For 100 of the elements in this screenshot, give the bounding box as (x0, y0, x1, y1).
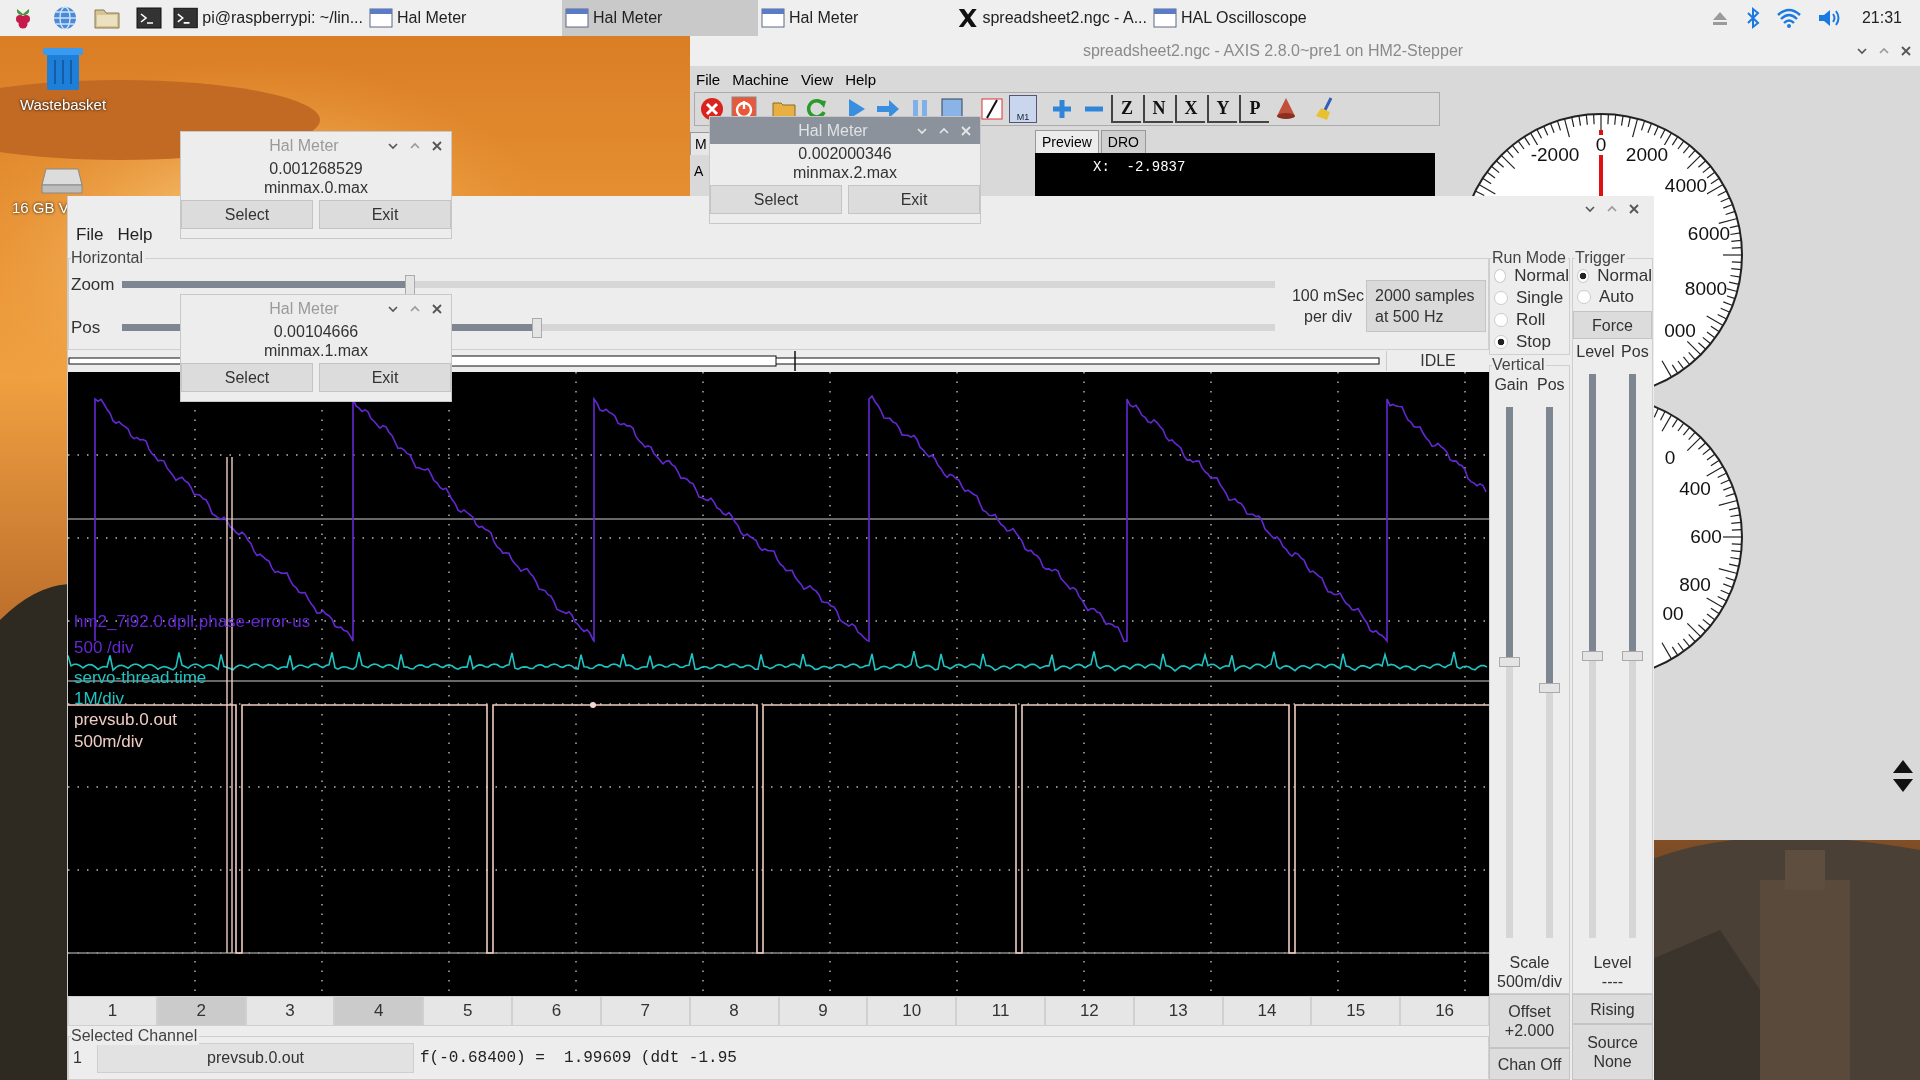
dialog-button[interactable]: Select (181, 200, 313, 229)
channel-button[interactable]: 5 (423, 996, 513, 1026)
slider-thumb[interactable] (532, 317, 543, 338)
slider-label: Pos (1621, 343, 1649, 361)
channel-button[interactable]: 7 (600, 996, 690, 1026)
radio-label[interactable]: Stop (1516, 331, 1551, 352)
minimize-icon[interactable] (1584, 203, 1596, 215)
trace-scale-label: 500m/div (74, 732, 143, 752)
menu-item[interactable]: View (800, 70, 834, 88)
channel-button[interactable]: 4 (334, 996, 424, 1026)
channel-button[interactable]: 11 (956, 996, 1045, 1026)
trace-scale-label: 500 /div (74, 638, 134, 658)
scroll-down-icon[interactable] (1892, 778, 1914, 794)
slider-thumb[interactable] (405, 274, 416, 295)
taskbar-button[interactable]: spreadsheet2.ngc - A... (954, 0, 1150, 36)
trace-label: prevsub.0.out (74, 710, 177, 730)
channel-button[interactable]: 9 (778, 996, 868, 1026)
channel-button[interactable]: 16 (1400, 996, 1489, 1026)
slash-icon[interactable] (979, 96, 1005, 122)
menu-item[interactable]: Help (117, 225, 153, 245)
slider-thumb[interactable] (1538, 683, 1560, 694)
radio-label[interactable]: Auto (1599, 286, 1634, 307)
radio-button[interactable] (1494, 290, 1508, 305)
radio-label[interactable]: Roll (1516, 309, 1546, 330)
menu-item[interactable]: File (76, 225, 104, 245)
window-title: Hal Meter (797, 121, 869, 140)
radio-button[interactable] (1577, 268, 1590, 283)
globe-icon[interactable] (52, 5, 78, 31)
slider-thumb[interactable] (1621, 651, 1643, 661)
group-label: Trigger (1575, 249, 1628, 267)
slider-label: Level (1576, 343, 1615, 361)
channel-name-field[interactable]: prevsub.0.out (97, 1043, 414, 1073)
icon-label[interactable]: 16 GB V (12, 199, 69, 216)
radio-label[interactable]: Normal (1597, 265, 1652, 286)
taskbar-button[interactable]: Hal Meter (562, 0, 758, 36)
dial-label: 4000 (1664, 176, 1708, 196)
view-button[interactable]: P (1239, 95, 1269, 123)
menu-item[interactable]: File (696, 70, 721, 88)
tab[interactable]: DRO (1100, 130, 1146, 153)
timebase-label: 100 mSec per div (1290, 286, 1365, 327)
meter-value: 0.00104666 (273, 322, 359, 341)
radio-button[interactable] (1577, 289, 1591, 304)
wifi-icon[interactable] (1775, 7, 1802, 29)
source-button[interactable]: Source None (1572, 1024, 1653, 1080)
minimize-icon[interactable] (1856, 45, 1868, 57)
bluetooth-icon[interactable] (1744, 6, 1761, 30)
channel-button[interactable]: 14 (1222, 996, 1312, 1026)
view-button[interactable]: Y (1207, 95, 1237, 123)
samples-button[interactable]: 2000 samples at 500 Hz (1366, 280, 1486, 332)
channel-button[interactable]: 1 (68, 996, 157, 1026)
channel-button[interactable]: 10 (867, 996, 957, 1026)
taskbar-button[interactable]: HAL Oscilloscope (1150, 0, 1346, 36)
scroll-up-icon[interactable] (1892, 758, 1914, 774)
level-label: Level (1592, 953, 1633, 972)
view-button[interactable]: Z (1111, 95, 1141, 123)
channel-button[interactable]: 15 (1311, 996, 1401, 1026)
window-title: spreadsheet2.ngc - AXIS 2.8.0~pre1 on HM2-Stepper (1081, 42, 1465, 60)
channel-button[interactable]: 13 (1133, 996, 1223, 1026)
taskbar-button[interactable]: Hal Meter (758, 0, 954, 36)
dialog-button[interactable]: Exit (319, 200, 451, 229)
radio-button[interactable] (1494, 268, 1507, 283)
close-icon[interactable] (1628, 203, 1640, 215)
close-icon[interactable] (1900, 45, 1912, 57)
value-readout: f(-0.68400) = 1.99609 (ddt -1.95 (420, 1049, 737, 1067)
radio-label[interactable]: Single (1516, 287, 1564, 308)
offset-button[interactable]: Offset +2.000 (1489, 994, 1570, 1048)
channel-button[interactable]: 6 (512, 996, 601, 1026)
chan-off-button[interactable]: Chan Off (1489, 1048, 1570, 1080)
radio-label[interactable]: Normal (1514, 265, 1569, 286)
window-icon (369, 7, 393, 29)
window-icon (1153, 7, 1177, 29)
radio-button[interactable] (1494, 312, 1508, 327)
force-button[interactable]: Force (1573, 311, 1652, 339)
menu-item[interactable]: Machine (732, 70, 789, 88)
slider-thumb[interactable] (1499, 656, 1521, 667)
toggle-button[interactable]: M1 (1009, 95, 1037, 123)
channel-button[interactable]: 12 (1044, 996, 1134, 1026)
window-icon (565, 7, 589, 29)
slider-thumb[interactable] (1582, 651, 1604, 661)
taskbar-button[interactable]: Hal Meter (366, 0, 562, 36)
channel-button[interactable]: 2 (156, 996, 246, 1026)
view-button[interactable]: N (1143, 95, 1173, 123)
dialog-button[interactable]: Exit (319, 363, 451, 392)
radio-button[interactable] (1494, 334, 1508, 349)
window-icon (761, 7, 785, 29)
view-button[interactable]: X (1175, 95, 1205, 123)
dialog-button[interactable]: Select (181, 363, 313, 392)
channel-button[interactable]: 8 (689, 996, 779, 1026)
close-icon[interactable] (431, 302, 443, 315)
menu-item[interactable]: Help (845, 70, 876, 88)
tab[interactable]: Preview (1035, 130, 1099, 153)
dialog-button[interactable]: Select (710, 185, 842, 214)
meter-value: 0.002000346 (798, 144, 892, 163)
terminal-icon[interactable] (136, 6, 162, 30)
edge-button[interactable]: Rising (1572, 994, 1653, 1024)
dialog-button[interactable]: Exit (848, 185, 980, 214)
slider-label: Zoom (71, 274, 116, 295)
channel-button[interactable]: 3 (245, 996, 335, 1026)
taskbar-button[interactable]: pi@raspberrypi: ~/lin... (170, 0, 366, 36)
group-label: Selected Channel (71, 1027, 200, 1045)
